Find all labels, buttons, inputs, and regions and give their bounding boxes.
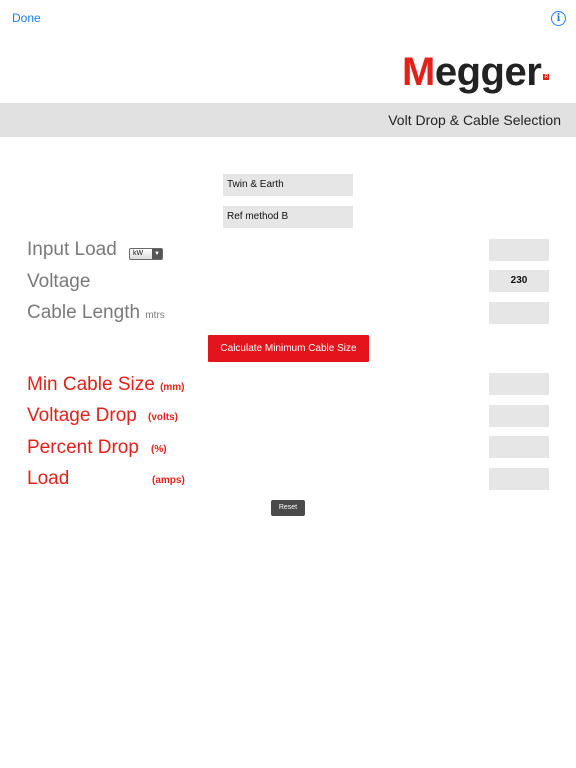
input-load-field[interactable] (489, 239, 549, 261)
cable-length-field[interactable] (489, 302, 549, 324)
voltage-drop-field[interactable] (489, 405, 549, 427)
title-band: Volt Drop & Cable Selection (0, 103, 576, 137)
input-load-label: Input Load (27, 239, 117, 260)
reset-button[interactable]: Reset (271, 500, 305, 516)
logo-first-letter: M (402, 50, 435, 94)
cable-length-label: Cable Length (27, 302, 141, 323)
min-cable-size-row: Min Cable Size (mm) (27, 374, 185, 396)
page-title: Volt Drop & Cable Selection (388, 112, 561, 128)
chevron-down-icon: ▼ (152, 249, 162, 259)
voltage-field[interactable] (489, 270, 549, 292)
min-cable-size-label: Min Cable Size (27, 374, 155, 395)
info-icon[interactable]: i (551, 11, 566, 26)
load-label: Load (27, 468, 70, 489)
voltage-label: Voltage (27, 271, 91, 292)
cable-length-row: Cable Length mtrs (27, 302, 165, 324)
logo-rest: egger (434, 50, 542, 94)
load-unit-dropdown[interactable]: kW ▼ (129, 248, 163, 260)
cable-type-select[interactable]: Twin & Earth (223, 174, 353, 196)
voltage-drop-label: Voltage Drop (27, 405, 137, 426)
cable-length-unit: mtrs (145, 310, 165, 321)
reference-method-select[interactable]: Ref method B (223, 206, 353, 228)
percent-drop-field[interactable] (489, 436, 549, 458)
load-unit: (amps) (152, 475, 185, 486)
voltage-drop-unit: (volts) (148, 412, 178, 423)
load-unit-value: kW (133, 250, 144, 257)
percent-drop-label: Percent Drop (27, 437, 139, 458)
registered-mark-icon: R (543, 74, 550, 80)
done-button[interactable]: Done (12, 11, 41, 25)
percent-drop-unit: (%) (151, 444, 167, 455)
calculate-button[interactable]: Calculate Minimum Cable Size (208, 335, 369, 362)
min-cable-size-field[interactable] (489, 373, 549, 395)
load-field[interactable] (489, 468, 549, 490)
megger-logo: M egger R (402, 50, 550, 94)
min-cable-size-unit: (mm) (160, 382, 185, 393)
